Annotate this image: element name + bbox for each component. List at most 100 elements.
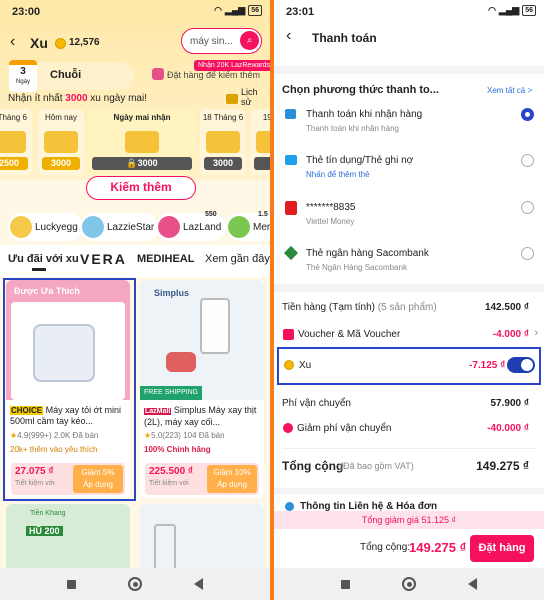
game-lazziestar[interactable]: LazzieStar — [80, 213, 160, 241]
day-card-today: Hôm nay 3000 — [38, 109, 84, 175]
back-nav-icon[interactable] — [194, 578, 203, 590]
method-title: Thẻ ngân hàng Sacombank — [306, 248, 429, 259]
day-card-label: 6 Tháng 6 — [0, 113, 27, 122]
reminder-text: Nhận ít nhất 3000 xu ngày mai! — [8, 93, 147, 104]
tab-mediheal[interactable]: MEDIHEAL — [137, 253, 194, 265]
xu-row: Xu -7.125 ₫ — [277, 347, 541, 385]
game-luckyegg[interactable]: Luckyegg — [8, 213, 83, 241]
day-card-amount: 2500 — [0, 157, 28, 170]
gift-icon[interactable] — [226, 94, 238, 104]
recents-icon[interactable] — [341, 579, 350, 589]
search-input[interactable]: máy sin... — [190, 36, 233, 47]
voucher-label[interactable]: Voucher & Mã Voucher — [298, 329, 400, 340]
payment-method-card[interactable]: Thẻ tín dụng/Thẻ ghi nợ Nhấn để thêm thẻ — [274, 153, 544, 185]
meat-image — [166, 352, 196, 372]
checkout-screen: 23:01 ◠ ▂▄▆ 56 ‹ Thanh toán Chọn phương … — [274, 0, 544, 600]
method-sub: Nhấn để thêm thẻ — [306, 170, 370, 179]
earn-more-button[interactable]: Kiếm thêm — [86, 176, 196, 200]
android-nav-bar — [0, 568, 270, 600]
voucher-icon — [283, 329, 294, 340]
home-icon[interactable] — [402, 577, 416, 591]
home-icon[interactable] — [128, 577, 142, 591]
recents-icon[interactable] — [67, 579, 76, 589]
battery-icon: 56 — [522, 5, 536, 16]
tab-xu-deals[interactable]: Ưu đãi với xu — [8, 253, 79, 265]
search-icon[interactable]: ⌕ — [240, 31, 259, 50]
product-card-partial[interactable]: Tiền Khang HŨ 200 — [6, 504, 130, 574]
back-nav-icon[interactable] — [468, 578, 477, 590]
day-card-label: Ngày mai nhận — [113, 113, 171, 122]
game-name: Luckyegg — [35, 221, 78, 233]
day-card-label: 19 Th — [262, 113, 270, 122]
lazland-badge: 550 — [205, 211, 217, 218]
radio-selected[interactable] — [521, 108, 534, 121]
blender-icon — [200, 298, 230, 354]
method-sub: Viettel Money — [306, 217, 355, 226]
lazmall-badge: LazMall — [144, 408, 172, 415]
radio-unselected[interactable] — [521, 154, 534, 167]
radio-unselected[interactable] — [521, 201, 534, 214]
method-title: *******8835 — [306, 202, 356, 213]
saving-banner: Tổng giảm giá 51.125 ₫ — [274, 511, 544, 529]
shipping-value: 57.900 ₫ — [490, 398, 530, 409]
toggle-knob — [521, 359, 533, 371]
highlight-box — [3, 278, 136, 501]
history-line2: sử — [241, 97, 252, 107]
day-card-tomorrow: Ngày mai nhận 🔒3000 — [88, 109, 196, 175]
authentic-note: 100% Chính hãng — [144, 445, 211, 454]
order-more-link[interactable]: Đặt hàng để kiếm thêm — [167, 70, 260, 80]
product-card-partial[interactable] — [140, 504, 264, 574]
back-icon[interactable]: ‹ — [10, 33, 15, 51]
coins-icon — [0, 131, 26, 153]
xu-toggle[interactable] — [507, 357, 535, 373]
discount-tag[interactable]: Giảm 10% Áp dụng — [207, 465, 257, 493]
back-icon[interactable]: ‹ — [286, 27, 291, 45]
coins-icon — [44, 131, 78, 153]
discount-icon — [283, 423, 293, 433]
reminder-amount: 3000 — [65, 93, 88, 104]
wifi-icon: ◠ — [488, 5, 496, 15]
shipping-label: Phí vận chuyển — [282, 398, 351, 409]
battery-icon: 56 — [248, 5, 262, 16]
day-card-amount: 🔒3000 — [92, 157, 192, 170]
see-all-link[interactable]: Xem tất cả > — [487, 86, 532, 95]
place-order-button[interactable]: Đặt hàng — [470, 535, 534, 562]
lazziestar-icon — [82, 216, 104, 238]
tab-recently-viewed[interactable]: Xem gần đây — [205, 253, 270, 265]
checkout-footer: Tổng cộng: 149.275 ₫ Đặt hàng — [274, 529, 544, 568]
payment-method-viettel[interactable]: *******8835 Viettel Money — [274, 200, 544, 232]
history-link[interactable]: Lịch sử — [241, 87, 258, 107]
coin-icon — [284, 360, 294, 370]
ship-discount-value: -40.000 ₫ — [487, 423, 529, 434]
tab-vera[interactable]: VERA — [80, 251, 127, 267]
coin-icon — [55, 38, 66, 49]
footer-total-value: 149.275 ₫ — [409, 540, 467, 555]
card-icon — [285, 155, 297, 165]
method-title: Thanh toán khi nhận hàng — [306, 109, 423, 120]
method-title: Thẻ tín dụng/Thẻ ghi nợ — [306, 155, 414, 166]
saving-text: Tiết kiệm với — [149, 480, 189, 487]
day-number: 3 — [20, 66, 26, 77]
divider — [282, 448, 536, 449]
product-card[interactable]: Simplus FREE SHIPPING LazMall Simplus Má… — [140, 280, 264, 498]
reminder-prefix: Nhận ít nhất — [8, 93, 63, 104]
coins-icon — [125, 131, 159, 153]
jar-label: HŨ 200 — [26, 526, 63, 536]
payment-method-cod[interactable]: Thanh toán khi nhận hàng Thanh toán khi … — [274, 106, 544, 138]
price: 225.500 ₫ — [149, 466, 194, 477]
payment-method-sacombank[interactable]: Thẻ ngân hàng Sacombank Thẻ Ngân Hàng Sa… — [274, 245, 544, 278]
tab-indicator — [32, 268, 46, 271]
discount-text: Giảm 10% — [213, 468, 251, 477]
merge-badge: 1.5 — [258, 211, 268, 218]
day-card: 19 Th 3 — [250, 109, 270, 175]
page-title: Xu — [30, 35, 48, 51]
calendar-icon: 3 Ngày — [9, 60, 37, 92]
total-value: 149.275 ₫ — [476, 459, 529, 473]
radio-unselected[interactable] — [521, 247, 534, 260]
xu-screen: 23:00 ◠ ▂▄▆ 56 ‹ Xu 12,576 máy sin... ⌕ … — [0, 0, 270, 600]
chevron-right-icon[interactable]: › — [534, 327, 538, 339]
brand-label: Tiền Khang — [30, 510, 66, 517]
signal-icon: ▂▄▆ — [498, 5, 520, 15]
search-box[interactable]: máy sin... ⌕ — [181, 28, 262, 54]
game-name: LazzieStar — [107, 221, 155, 233]
